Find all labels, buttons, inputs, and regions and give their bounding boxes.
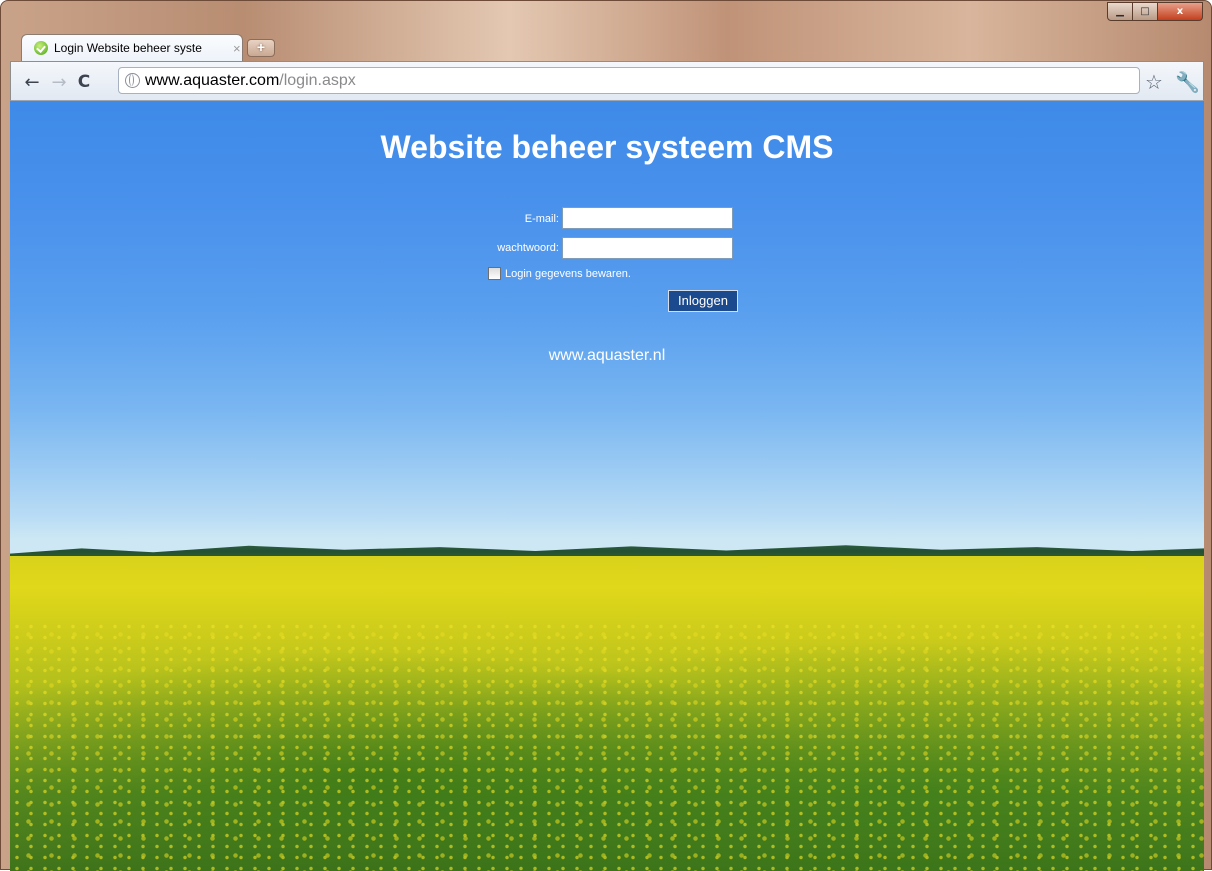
page-viewport: Website beheer systeem CMS E-mail: wacht…: [10, 101, 1204, 871]
minimize-button[interactable]: ▁: [1107, 2, 1133, 21]
background-flowers: [10, 621, 1204, 871]
remember-label: Login gegevens bewaren.: [505, 267, 631, 280]
favicon-icon: [34, 41, 48, 55]
login-button[interactable]: Inloggen: [668, 290, 738, 312]
back-arrow-icon[interactable]: ←: [21, 71, 43, 93]
maximize-button[interactable]: □: [1133, 2, 1158, 21]
url-text[interactable]: www.aquaster.com/login.aspx: [145, 72, 356, 90]
reload-icon[interactable]: C: [73, 71, 95, 93]
email-label: E-mail:: [524, 213, 559, 225]
url-path: /login.aspx: [279, 71, 356, 89]
tab-title: Login Website beheer syste: [54, 41, 202, 55]
remember-row: Login gegevens bewaren.: [488, 267, 631, 280]
globe-icon: [125, 73, 140, 88]
browser-window: ▁ □ x Login Website beheer syste × + ← →…: [0, 0, 1212, 871]
window-controls: ▁ □ x: [1107, 2, 1203, 21]
wrench-icon[interactable]: 🔧: [1175, 70, 1200, 94]
tab-close-icon[interactable]: ×: [233, 41, 241, 56]
new-tab-button[interactable]: +: [247, 39, 275, 57]
forward-arrow-icon[interactable]: →: [48, 71, 70, 93]
password-label: wachtwoord:: [497, 242, 559, 254]
email-field[interactable]: [562, 207, 733, 229]
browser-tab[interactable]: Login Website beheer syste ×: [21, 34, 243, 61]
remember-checkbox[interactable]: [488, 267, 501, 280]
close-window-button[interactable]: x: [1158, 2, 1203, 21]
password-field[interactable]: [562, 237, 733, 259]
url-domain: www.aquaster.com: [145, 71, 280, 89]
browser-toolbar: ← → C www.aquaster.com/login.aspx ☆ 🔧: [10, 61, 1204, 101]
site-link[interactable]: www.aquaster.nl: [10, 347, 1204, 365]
bookmark-star-icon[interactable]: ☆: [1145, 70, 1163, 94]
address-bar[interactable]: www.aquaster.com/login.aspx: [118, 67, 1140, 94]
